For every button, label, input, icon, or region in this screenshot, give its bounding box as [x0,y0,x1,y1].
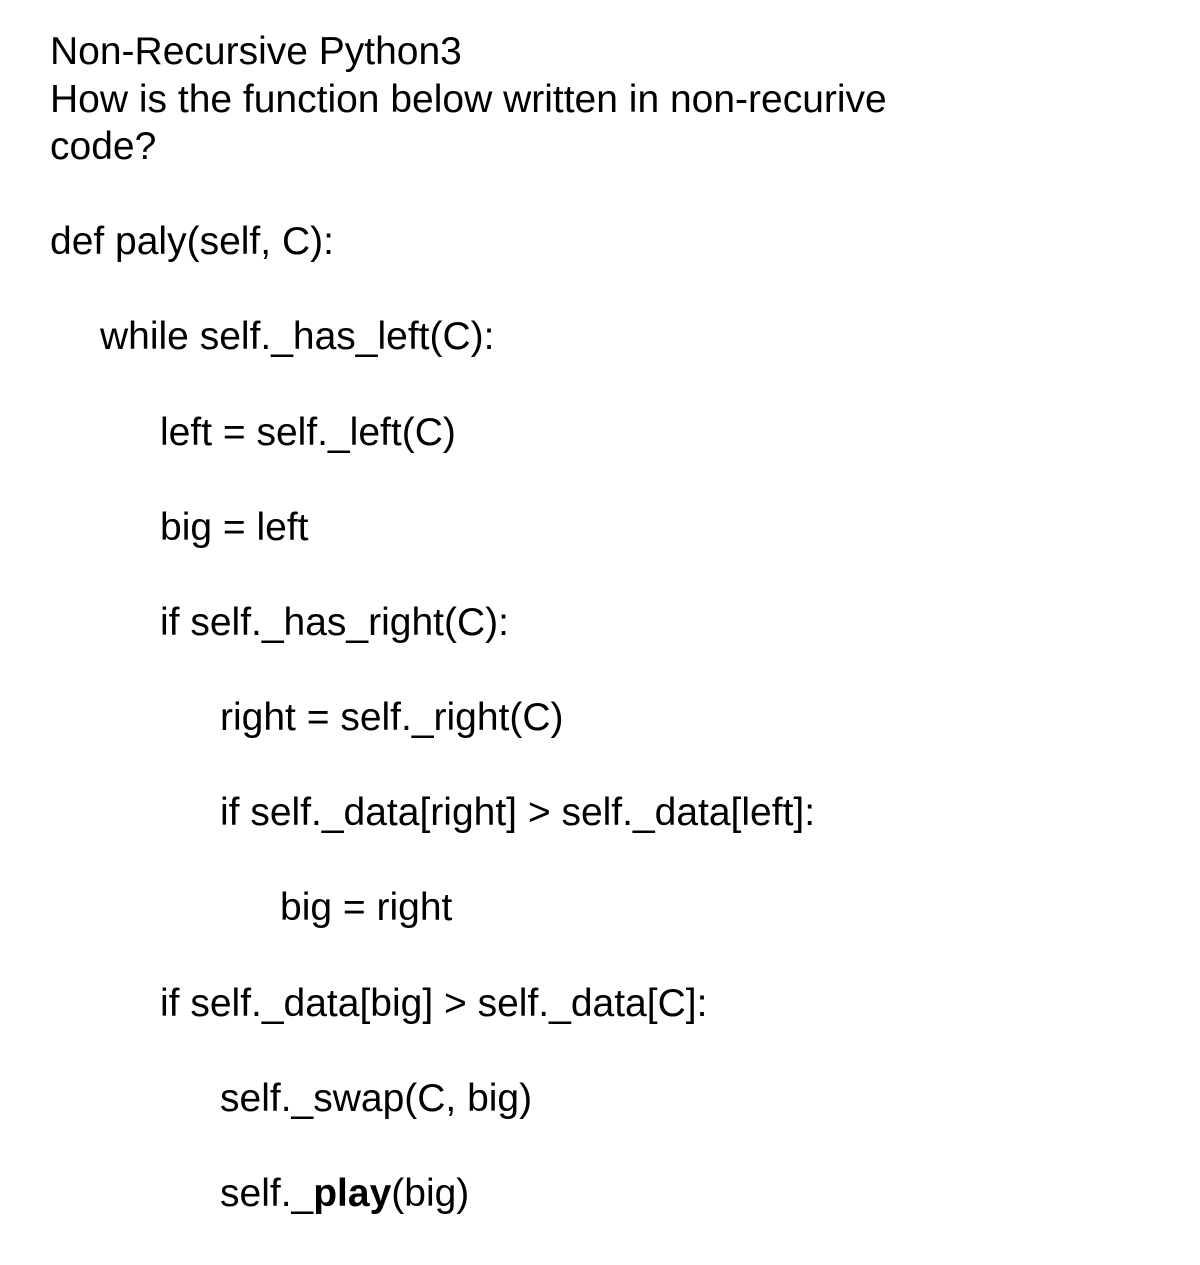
code-line-2: left = self._left(C) [50,409,1150,457]
code-line-1: while self._has_left(C): [50,313,1150,361]
code-line-9: self._swap(C, big) [50,1075,1150,1123]
question-line-2: code? [50,123,1150,171]
question-line-1: How is the function below written in non… [50,76,1150,124]
code-line-0: def paly(self, C): [50,218,1150,266]
code-line-10a: self._ [220,1172,313,1215]
code-line-6: if self._data[right] > self._data[left]: [50,789,1150,837]
code-line-10b: play [313,1172,391,1215]
code-line-8: if self._data[big] > self._data[C]: [50,980,1150,1028]
code-line-4: if self._has_right(C): [50,599,1150,647]
code-line-5: right = self._right(C) [50,694,1150,742]
code-line-7: big = right [50,884,1150,932]
code-block: def paly(self, C): while self._has_left(… [50,171,1150,1265]
code-line-10: self._play(big) [50,1170,1150,1218]
title: Non-Recursive Python3 [50,28,1150,76]
code-line-10c: (big) [391,1172,469,1215]
code-line-3: big = left [50,504,1150,552]
